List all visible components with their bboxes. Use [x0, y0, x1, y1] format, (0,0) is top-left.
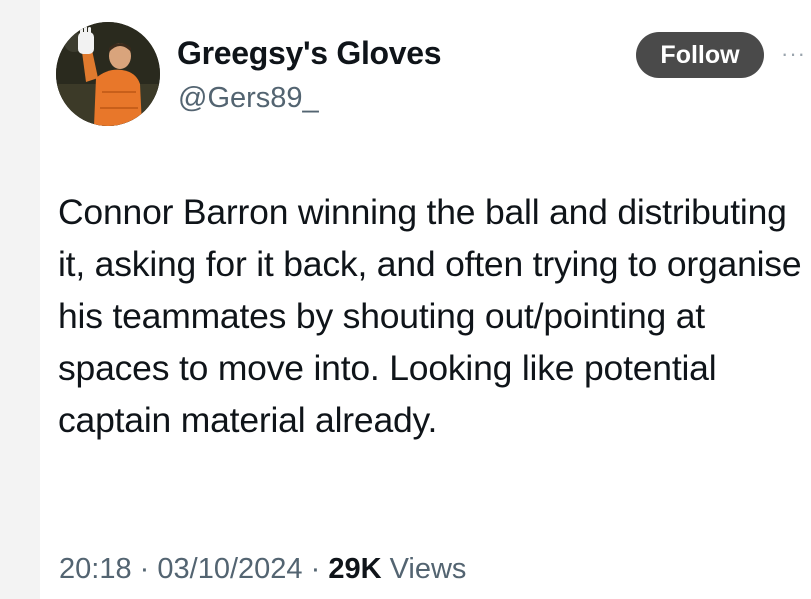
tweet-date[interactable]: 03/10/2024	[157, 553, 302, 585]
author-handle[interactable]: @Gers89_	[178, 82, 319, 115]
left-gutter	[0, 0, 40, 599]
tweet-card: Greegsy's Gloves @Gers89_ Follow ··· Con…	[40, 0, 811, 599]
meta-separator: ·	[310, 553, 321, 585]
tweet-time[interactable]: 20:18	[59, 553, 132, 585]
more-options-icon[interactable]: ···	[781, 34, 811, 74]
tweet-meta: 20:18 · 03/10/2024 · 29K Views	[59, 553, 466, 586]
avatar-photo	[56, 22, 160, 126]
tweet-text: Connor Barron winning the ball and distr…	[58, 192, 802, 440]
follow-button[interactable]: Follow	[636, 32, 764, 78]
avatar[interactable]	[56, 22, 160, 126]
meta-separator: ·	[139, 553, 150, 585]
author-display-name[interactable]: Greegsy's Gloves	[177, 35, 442, 72]
views-count: 29K	[328, 553, 382, 585]
views-label: Views	[389, 553, 467, 585]
